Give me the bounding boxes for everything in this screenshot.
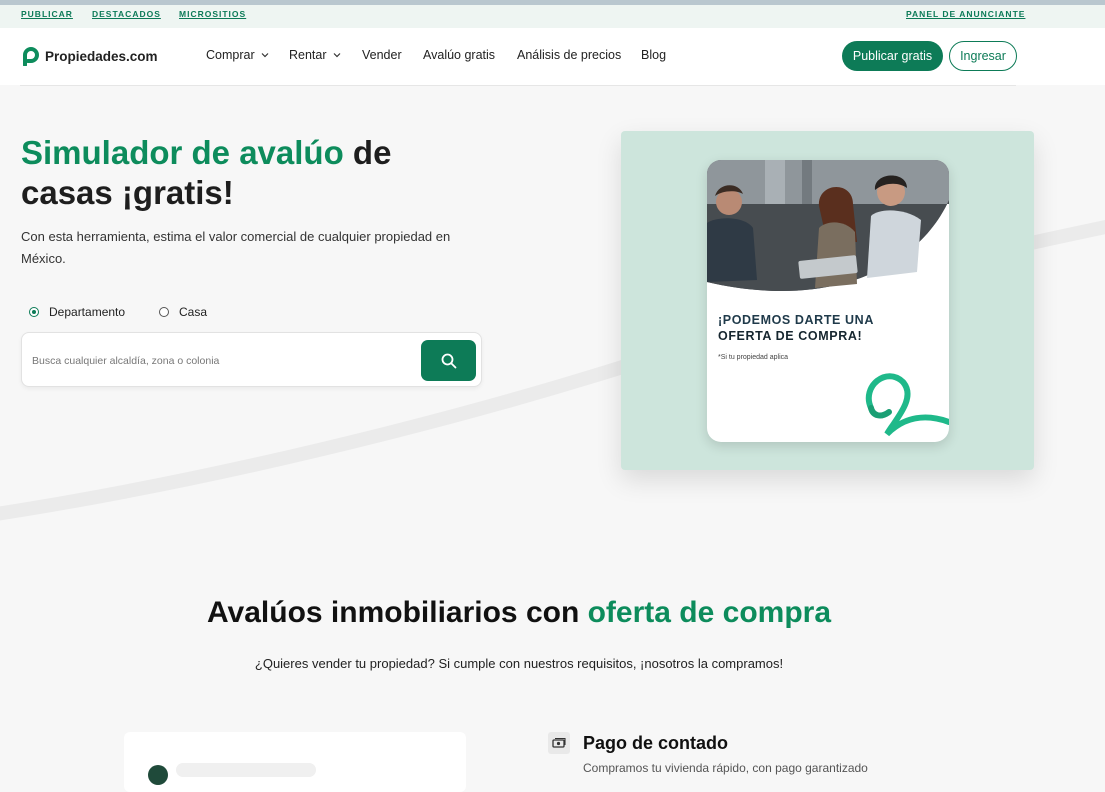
radio-departamento-label: Departamento (49, 305, 126, 319)
search-icon (441, 353, 456, 368)
search-input[interactable] (30, 349, 414, 373)
people-photo (707, 160, 949, 292)
hero-title-part2: casas ¡gratis! (21, 174, 234, 211)
search-button[interactable] (421, 340, 476, 381)
hero-title: Simulador de avalúo de casas ¡gratis! (21, 133, 521, 213)
promo-card[interactable]: ¡PODEMOS DARTE UNA OFERTA DE COMPRA! *Si… (707, 160, 949, 442)
section-title-highlight: oferta de compra (587, 596, 832, 629)
avatar (148, 765, 168, 785)
section-title-part: Avalúos inmobiliarios con (206, 596, 588, 629)
preview-card (124, 732, 466, 792)
radio-casa-label: Casa (179, 305, 208, 319)
promo-footnote: *Si tu propiedad aplica (718, 354, 789, 361)
section-title: Avalúos inmobiliarios con oferta de comp… (0, 596, 1038, 630)
radio-selected-indicator (29, 307, 39, 317)
ribbon-logo-icon (865, 373, 949, 437)
search-box (21, 332, 482, 387)
promo-headline: ¡PODEMOS DARTE UNA (718, 313, 874, 327)
hero-title-highlight: Simulador de avalúo (21, 134, 344, 171)
placeholder-bar (176, 763, 316, 777)
hero-subtitle: Con esta herramienta, estima el valor co… (21, 229, 451, 266)
promo-headline-bold: OFERTA DE COMPRA! (718, 329, 863, 343)
feature-description: Compramos tu vivienda rápido, con pago g… (583, 761, 868, 775)
cash-glyph-icon (552, 737, 566, 748)
section-subtitle: ¿Quieres vender tu propiedad? Si cumple … (254, 656, 784, 671)
radio-departamento[interactable]: Departamento (29, 305, 125, 319)
radio-casa[interactable]: Casa (159, 305, 207, 319)
radio-unselected-indicator (159, 307, 169, 317)
feature-title: Pago de contado (583, 733, 729, 753)
cash-icon (548, 732, 570, 754)
hero-title-part: de (343, 134, 392, 171)
